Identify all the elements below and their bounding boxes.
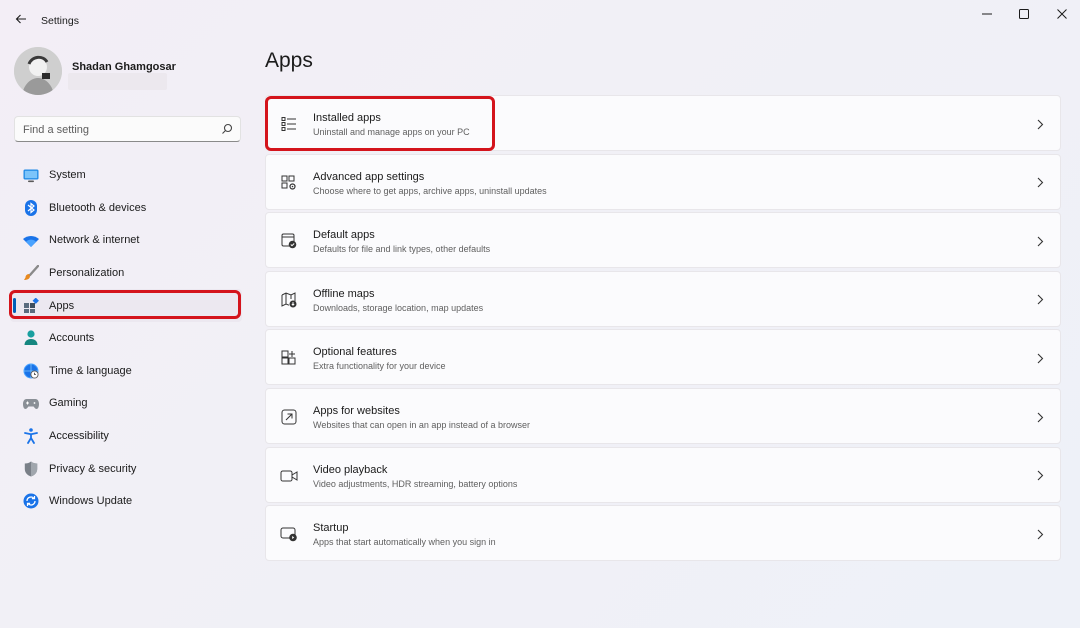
card-advanced-app-settings[interactable]: Advanced app settings Choose where to ge… bbox=[265, 153, 1061, 210]
card-subtitle: Downloads, storage location, map updates bbox=[313, 302, 484, 313]
sidebar-item-label: Accounts bbox=[49, 332, 95, 345]
app-settings-icon bbox=[280, 174, 298, 192]
card-title: Apps for websites bbox=[313, 405, 400, 417]
user-name: Shadan Ghamgosar bbox=[72, 61, 176, 73]
list-icon bbox=[280, 115, 298, 133]
chevron-right-icon bbox=[1034, 234, 1046, 248]
accessibility-icon bbox=[22, 428, 39, 445]
sidebar-item-personalization[interactable]: Personalization bbox=[10, 257, 242, 290]
maximize-icon bbox=[1019, 9, 1029, 19]
close-icon bbox=[1057, 9, 1067, 19]
maximize-button[interactable] bbox=[1009, 4, 1039, 24]
card-subtitle: Video adjustments, HDR streaming, batter… bbox=[313, 478, 518, 489]
startup-icon bbox=[280, 525, 298, 543]
card-subtitle: Extra functionality for your device bbox=[313, 361, 446, 372]
sidebar-item-label: Accessibility bbox=[49, 430, 109, 443]
search-input[interactable] bbox=[23, 122, 213, 138]
sidebar-item-accessibility[interactable]: Accessibility bbox=[10, 420, 242, 453]
card-title: Video playback bbox=[313, 463, 388, 476]
sidebar-item-accounts[interactable]: Accounts bbox=[10, 322, 242, 355]
bluetooth-icon bbox=[22, 200, 39, 217]
card-title: Default apps bbox=[313, 229, 375, 242]
sidebar-item-label: Apps bbox=[49, 299, 75, 312]
sidebar-item-bluetooth[interactable]: Bluetooth & devices bbox=[10, 192, 242, 225]
sidebar-item-label: Personalization bbox=[49, 267, 125, 280]
card-subtitle: Websites that can open in an app instead… bbox=[313, 420, 530, 430]
close-button[interactable] bbox=[1047, 4, 1077, 24]
chevron-right-icon bbox=[1034, 410, 1046, 424]
card-offline-maps[interactable]: Offline maps Downloads, storage location… bbox=[265, 270, 1061, 327]
avatar bbox=[14, 47, 62, 95]
card-installed-apps[interactable]: Installed apps Uninstall and manage apps… bbox=[265, 95, 1061, 151]
chevron-right-icon bbox=[1034, 293, 1046, 307]
minimize-icon bbox=[982, 9, 992, 19]
sidebar-item-label: Time & language bbox=[49, 364, 132, 377]
card-title: Installed apps bbox=[313, 112, 381, 124]
wifi-icon bbox=[22, 232, 39, 249]
card-startup[interactable]: Startup Apps that start automatically wh… bbox=[265, 505, 1061, 562]
sidebar-item-label: Bluetooth & devices bbox=[49, 201, 147, 214]
monitor-icon bbox=[22, 167, 39, 184]
sidebar-item-label: Gaming bbox=[49, 397, 88, 410]
sidebar-item-label: Privacy & security bbox=[49, 462, 137, 475]
brush-icon bbox=[22, 265, 39, 282]
sidebar-item-gaming[interactable]: Gaming bbox=[10, 387, 242, 420]
sidebar-item-label: Windows Update bbox=[49, 495, 133, 508]
card-subtitle: Apps that start automatically when you s… bbox=[313, 537, 496, 548]
title-bar: Settings bbox=[0, 0, 1080, 40]
chevron-right-icon bbox=[1034, 351, 1046, 365]
shield-icon bbox=[22, 460, 39, 477]
gamepad-icon bbox=[22, 395, 39, 412]
card-apps-for-websites[interactable]: Apps for websites Websites that can open… bbox=[265, 388, 1061, 444]
card-video-playback[interactable]: Video playback Video adjustments, HDR st… bbox=[265, 446, 1061, 503]
window-title: Settings bbox=[41, 15, 79, 27]
card-title: Optional features bbox=[313, 346, 397, 359]
back-arrow-icon bbox=[15, 13, 27, 25]
sidebar-item-label: System bbox=[49, 169, 86, 182]
chevron-right-icon bbox=[1034, 176, 1046, 190]
user-email-redacted bbox=[68, 73, 167, 90]
card-subtitle: Choose where to get apps, archive apps, … bbox=[313, 185, 547, 196]
card-optional-features[interactable]: Optional features Extra functionality fo… bbox=[265, 329, 1061, 386]
sidebar-item-apps[interactable]: Apps bbox=[10, 289, 242, 322]
sidebar-item-windows-update[interactable]: Windows Update bbox=[10, 485, 242, 518]
search-icon[interactable] bbox=[221, 123, 233, 135]
card-title: Offline maps bbox=[313, 287, 375, 300]
card-subtitle: Defaults for file and link types, other … bbox=[313, 244, 491, 255]
card-title: Startup bbox=[313, 522, 349, 535]
page-title: Apps bbox=[265, 49, 313, 72]
update-icon bbox=[22, 493, 39, 510]
globe-clock-icon bbox=[22, 363, 39, 380]
card-subtitle: Uninstall and manage apps on your PC bbox=[313, 127, 470, 137]
video-icon bbox=[280, 467, 298, 485]
chevron-right-icon bbox=[1034, 117, 1046, 131]
sidebar-item-network[interactable]: Network & internet bbox=[10, 224, 242, 257]
back-button[interactable] bbox=[10, 8, 32, 30]
sidebar-item-time-language[interactable]: Time & language bbox=[10, 355, 242, 388]
map-icon bbox=[280, 291, 298, 309]
apps-icon bbox=[22, 297, 39, 314]
default-apps-icon bbox=[280, 232, 298, 250]
minimize-button[interactable] bbox=[972, 4, 1002, 24]
open-link-icon bbox=[280, 408, 298, 426]
chevron-right-icon bbox=[1034, 527, 1046, 541]
card-title: Advanced app settings bbox=[313, 170, 425, 183]
chevron-right-icon bbox=[1034, 469, 1046, 483]
sidebar-item-privacy[interactable]: Privacy & security bbox=[10, 452, 242, 485]
sidebar-item-system[interactable]: System bbox=[10, 159, 242, 192]
search-box[interactable] bbox=[14, 116, 241, 142]
person-icon bbox=[22, 330, 39, 347]
sidebar-item-label: Network & internet bbox=[49, 234, 140, 247]
card-default-apps[interactable]: Default apps Defaults for file and link … bbox=[265, 212, 1061, 269]
sidebar-nav: System Bluetooth & devices Network & int… bbox=[10, 159, 242, 518]
add-grid-icon bbox=[280, 349, 298, 367]
